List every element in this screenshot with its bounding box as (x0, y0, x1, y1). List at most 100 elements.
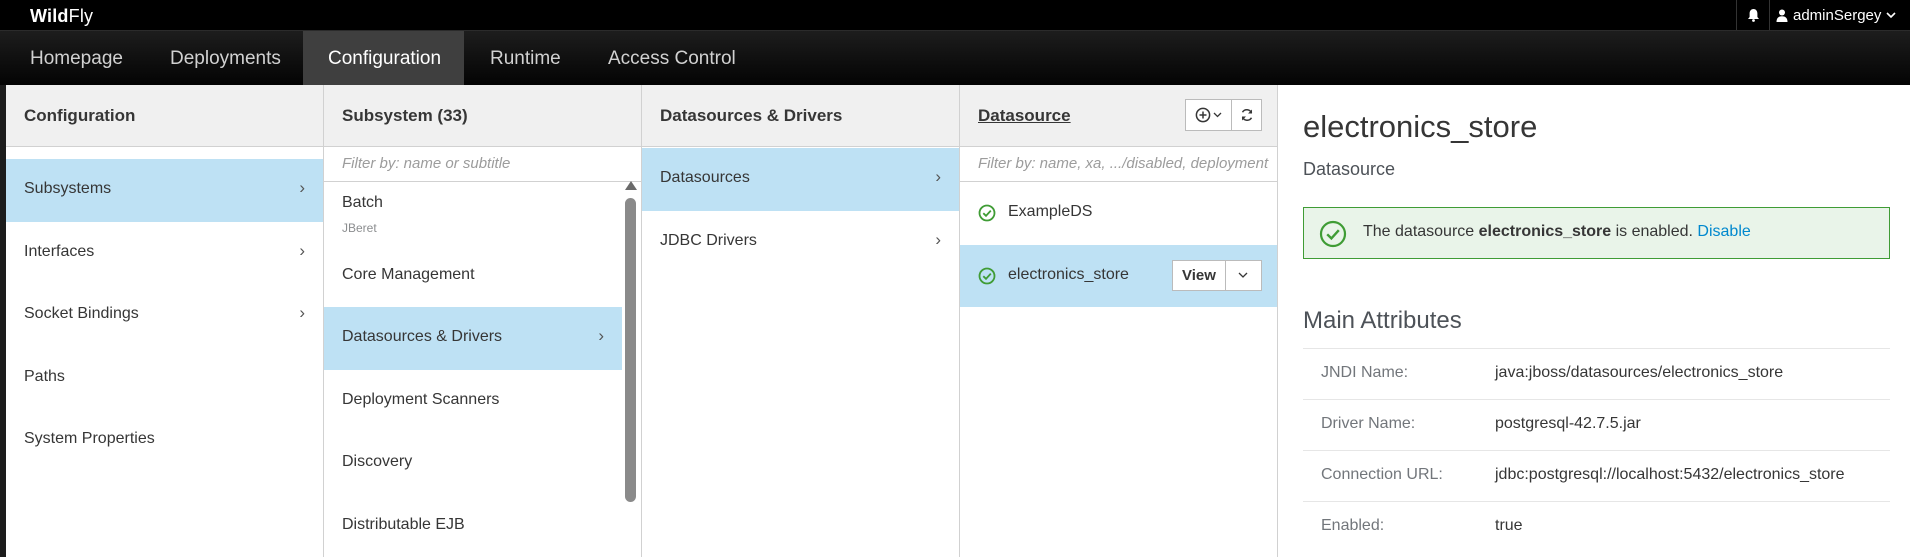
add-circle-icon (1195, 107, 1211, 123)
item-label: Paths (24, 367, 65, 385)
item-label: Datasources & Drivers (342, 328, 503, 345)
attribute-value: jdbc:postgresql://localhost:5432/electro… (1495, 466, 1845, 483)
page-title: electronics_store (1303, 109, 1538, 144)
nav-access-control[interactable]: Access Control (583, 31, 761, 86)
attribute-name: JNDI Name: (1321, 364, 1409, 381)
status-ok-icon (978, 267, 996, 284)
datasource-item-electronics-store[interactable]: electronics_store View (960, 244, 1277, 307)
config-item-interfaces[interactable]: Interfaces › (6, 222, 323, 285)
item-label: Batch (342, 194, 383, 211)
section-title: Main Attributes (1303, 307, 1462, 334)
datasource-item-exampleds[interactable]: ExampleDS (960, 182, 1277, 245)
attributes-table: JNDI Name: java:jboss/datasources/electr… (1303, 348, 1890, 552)
subsystem-item-datasources-drivers[interactable]: Datasources & Drivers › (324, 307, 622, 370)
subsystem-filter-input[interactable]: Filter by: name or subtitle (324, 147, 641, 182)
chevron-right-icon: › (935, 167, 941, 186)
item-label: Distributable EJB (342, 515, 465, 533)
item-subtitle: JBeret (342, 221, 377, 235)
column-toolbar (1185, 99, 1262, 131)
attribute-name: Driver Name: (1321, 415, 1416, 432)
notifications-button[interactable] (1736, 0, 1770, 30)
item-label: JDBC Drivers (660, 231, 757, 249)
item-actions: View (1172, 259, 1262, 291)
attribute-value: true (1495, 517, 1523, 534)
disable-link[interactable]: Disable (1697, 223, 1750, 240)
item-label: Core Management (342, 265, 475, 283)
dsdrivers-item-jdbc-drivers[interactable]: JDBC Drivers › (642, 211, 959, 274)
page-subtitle: Datasource (1303, 159, 1396, 179)
subsystem-column: Subsystem (33) Filter by: name or subtit… (324, 85, 642, 557)
datasources-drivers-column: Datasources & Drivers Datasources › JDBC… (642, 85, 960, 557)
alert-message: The datasource electronics_store is enab… (1363, 223, 1751, 240)
attribute-row-driver-name: Driver Name: postgresql-42.7.5.jar (1303, 399, 1890, 450)
item-label: ExampleDS (1008, 203, 1093, 220)
masthead: WildFly adminSergey (0, 0, 1910, 30)
config-item-paths[interactable]: Paths (6, 347, 323, 410)
nav-deployments[interactable]: Deployments (145, 31, 306, 86)
view-button[interactable]: View (1172, 259, 1226, 291)
attribute-row-connection-url: Connection URL: jdbc:postgresql://localh… (1303, 450, 1890, 501)
subsystem-item-core-management[interactable]: Core Management (324, 245, 622, 308)
primary-nav: Homepage Deployments Configuration Runti… (0, 30, 1910, 86)
item-label: System Properties (24, 430, 155, 447)
column-header: Datasource (960, 85, 1277, 147)
scroll-up-arrow-icon[interactable] (625, 181, 637, 190)
chevron-right-icon: › (299, 178, 305, 197)
dsdrivers-item-datasources[interactable]: Datasources › (642, 148, 959, 211)
item-label: Subsystems (24, 180, 112, 197)
chevron-down-icon (1213, 112, 1222, 118)
username-label: adminSergey (1793, 6, 1882, 24)
attribute-name: Enabled: (1321, 517, 1385, 534)
attribute-name: Connection URL: (1321, 466, 1443, 483)
datasource-filter-input[interactable]: Filter by: name, xa, .../disabled, deplo… (960, 147, 1277, 182)
chevron-down-icon (1886, 11, 1896, 18)
attribute-value: postgresql-42.7.5.jar (1495, 415, 1641, 432)
subsystem-item-deployment-scanners[interactable]: Deployment Scanners (324, 370, 622, 433)
user-icon (1776, 9, 1788, 22)
column-header: Datasources & Drivers (642, 85, 959, 147)
chevron-right-icon: › (299, 303, 305, 322)
status-alert: The datasource electronics_store is enab… (1303, 207, 1890, 259)
item-label: electronics_store (1008, 265, 1129, 283)
subsystem-item-discovery[interactable]: Discovery (324, 432, 622, 495)
config-item-subsystems[interactable]: Subsystems › (6, 159, 323, 222)
item-label: Discovery (342, 453, 413, 470)
item-label: Deployment Scanners (342, 390, 500, 408)
chevron-right-icon: › (299, 240, 305, 260)
chevron-down-icon (1238, 272, 1248, 278)
column-title: Configuration (24, 106, 136, 125)
chevron-right-icon: › (598, 326, 604, 345)
chevron-right-icon: › (935, 229, 941, 249)
column-header: Subsystem (33) (324, 85, 641, 147)
column-header: Configuration (6, 85, 323, 147)
status-ok-icon (978, 204, 996, 222)
nav-homepage[interactable]: Homepage (5, 31, 148, 86)
subsystem-scrollbar[interactable] (622, 181, 638, 557)
attribute-row-jndi-name: JNDI Name: java:jboss/datasources/electr… (1303, 348, 1890, 399)
refresh-icon (1241, 109, 1252, 121)
item-label: Socket Bindings (24, 305, 139, 322)
actions-dropdown-button[interactable] (1225, 259, 1262, 291)
wildfly-logo[interactable]: WildFly (30, 6, 93, 27)
user-menu[interactable]: adminSergey (1776, 0, 1896, 30)
refresh-button[interactable] (1232, 99, 1262, 131)
nav-runtime[interactable]: Runtime (465, 31, 586, 86)
column-title: Subsystem (33) (342, 106, 468, 125)
config-item-system-properties[interactable]: System Properties (6, 409, 323, 472)
attribute-value: java:jboss/datasources/electronics_store (1495, 364, 1784, 381)
scroll-thumb[interactable] (625, 198, 636, 502)
column-title: Datasources & Drivers (660, 106, 843, 125)
attribute-row-enabled: Enabled: true (1303, 501, 1890, 552)
add-datasource-button[interactable] (1185, 99, 1232, 131)
item-label: Datasources (660, 169, 750, 186)
config-item-socket-bindings[interactable]: Socket Bindings › (6, 284, 323, 347)
subsystem-item-batch[interactable]: Batch JBeret (324, 182, 622, 245)
nav-configuration[interactable]: Configuration (303, 31, 464, 86)
datasource-column: Datasource Filter by: name, xa, .../disa… (960, 85, 1278, 557)
item-label: Interfaces (24, 242, 95, 260)
column-title-link[interactable]: Datasource (978, 106, 1071, 126)
configuration-column: Configuration Subsystems › Interfaces › … (6, 85, 324, 557)
success-icon (1319, 220, 1347, 248)
subsystem-item-distributable-ejb[interactable]: Distributable EJB (324, 495, 622, 557)
bell-icon (1747, 9, 1759, 22)
